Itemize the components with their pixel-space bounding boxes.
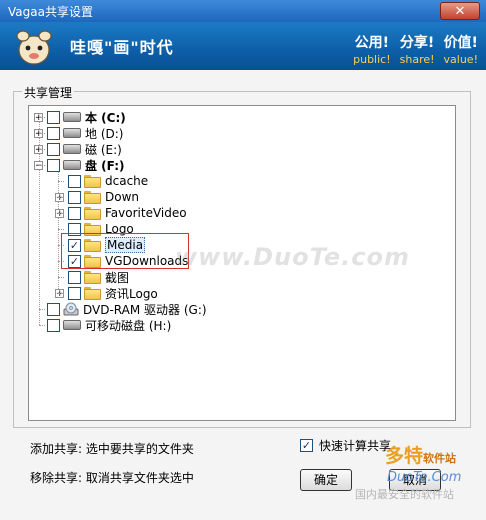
close-button[interactable]: ✕ — [440, 2, 480, 20]
folder-icon — [84, 174, 101, 188]
tree-node-label: 磁 (E:) — [85, 142, 122, 157]
tree-node-checkbox[interactable] — [47, 302, 60, 316]
folder-icon — [84, 270, 101, 284]
tree-node[interactable]: + 地 (D:) — [34, 125, 123, 141]
tree-node[interactable]: + FavoriteVideo — [55, 205, 187, 221]
tree-line — [58, 197, 64, 198]
drive-icon — [63, 160, 81, 170]
slogan-en: value! — [443, 53, 478, 66]
tree-line — [39, 165, 45, 166]
tree-node-checkbox[interactable] — [47, 318, 60, 332]
tree-node-label: FavoriteVideo — [105, 206, 187, 220]
title-bar: Vagaa共享设置 ✕ — [0, 0, 486, 22]
drive-icon — [63, 128, 81, 138]
tree-node-label: 本 (C:) — [85, 110, 126, 125]
tree-node[interactable]: + Down — [55, 189, 139, 205]
tree-node-label: DVD-RAM 驱动器 (G:) — [83, 302, 207, 317]
tree-node-label: dcache — [105, 174, 149, 188]
vagaa-mascot-icon — [16, 30, 52, 65]
tree-node-checkbox[interactable] — [68, 174, 81, 188]
site-domain: DuoTe.Com — [387, 470, 462, 485]
tree-line — [58, 181, 64, 182]
site-name-small: 软件站 — [423, 452, 457, 465]
slogan-zh: 公用! — [354, 35, 390, 51]
tree-line — [39, 149, 45, 150]
folder-icon — [84, 286, 101, 300]
window-title: Vagaa共享设置 — [8, 5, 93, 19]
tree-node[interactable]: dcache — [55, 173, 148, 189]
folder-icon — [84, 190, 101, 204]
brand-slogan: 哇嘎"画"时代 — [70, 38, 174, 57]
tree-node-label: 盘 (F:) — [85, 158, 125, 173]
tree-node-checkbox[interactable] — [47, 110, 60, 124]
tree-line — [39, 133, 45, 134]
tree-node-checkbox[interactable] — [68, 206, 81, 220]
slogan-en: public! — [353, 53, 391, 66]
remove-share-hint: 移除共享: 取消共享文件夹选中 — [30, 471, 194, 485]
folder-icon — [84, 206, 101, 220]
tree-node-checkbox[interactable] — [68, 286, 81, 300]
tree-node-label: 资讯Logo — [105, 286, 158, 301]
slogan-zh: 价值! — [443, 35, 478, 51]
tree-line — [58, 277, 64, 278]
tree-node-checkbox[interactable] — [68, 190, 81, 204]
header-banner: 哇嘎"画"时代 公用! public! 分享! share! 价值! value… — [0, 22, 486, 70]
ok-button[interactable]: 确定 — [300, 469, 352, 491]
site-watermark: 多特软件站 DuoTe.Com 国内最安全的软件站 — [355, 438, 483, 518]
drive-icon — [63, 320, 81, 330]
tree-line — [58, 229, 64, 230]
watermark-text: www.DuoTe.com — [175, 243, 410, 271]
site-slogan: 国内最安全的软件站 — [355, 488, 454, 501]
tree-node[interactable]: DVD-RAM 驱动器 (G:) — [34, 301, 207, 317]
tree-node-checkbox[interactable] — [47, 158, 60, 172]
cdrom-icon — [63, 302, 79, 316]
slogan-zh: 分享! — [399, 35, 435, 51]
tree-node[interactable]: 可移动磁盘 (H:) — [34, 317, 171, 333]
slogan-en: share! — [399, 53, 435, 66]
tree-node[interactable]: + 资讯Logo — [55, 285, 158, 301]
tree-node-label: 地 (D:) — [85, 126, 124, 141]
slogan-public: 公用! public! — [353, 32, 391, 66]
slogan-share: 分享! share! — [400, 32, 435, 66]
tree-line — [39, 117, 45, 118]
drive-icon — [63, 112, 81, 122]
tree-node[interactable]: 截图 — [55, 269, 129, 285]
tree-line — [39, 309, 45, 310]
fast-calc-checkbox[interactable]: ✓ — [300, 439, 313, 452]
tree-node-label: 可移动磁盘 (H:) — [85, 318, 172, 333]
tree-line — [58, 213, 64, 214]
group-label: 共享管理 — [22, 84, 75, 101]
tree-node-checkbox[interactable] — [47, 126, 60, 140]
site-name-main: 多特 — [385, 445, 424, 467]
tree-node[interactable]: + 本 (C:) — [34, 109, 126, 125]
drive-icon — [63, 144, 81, 154]
slogan-group: 公用! public! 分享! share! 价值! value! — [353, 32, 478, 66]
slogan-value: 价值! value! — [444, 32, 478, 66]
tree-node-checkbox[interactable] — [68, 270, 81, 284]
tree-node-label: 截图 — [105, 270, 130, 285]
tree-line — [58, 293, 64, 294]
tree-line — [39, 325, 45, 326]
add-share-hint: 添加共享: 选中要共享的文件夹 — [30, 442, 194, 456]
annotation-highlight-box — [61, 233, 189, 269]
close-icon: ✕ — [454, 4, 466, 19]
tree-node[interactable]: + 磁 (E:) — [34, 141, 122, 157]
tree-node-checkbox[interactable] — [47, 142, 60, 156]
tree-node-label: Down — [105, 190, 140, 204]
tree-node[interactable]: − 盘 (F:) — [34, 157, 125, 173]
site-name: 多特软件站 — [385, 441, 456, 468]
